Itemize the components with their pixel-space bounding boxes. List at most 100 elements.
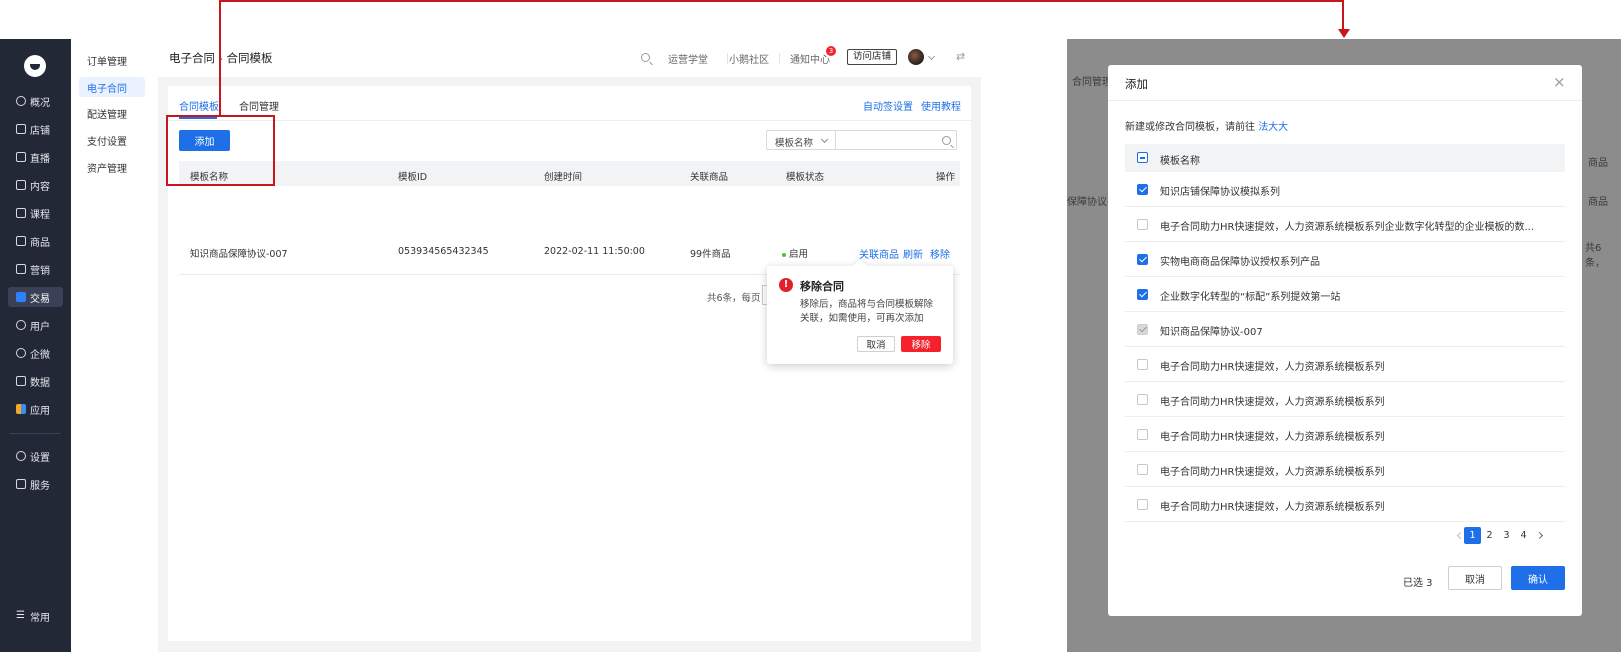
column-header: 模板名称 <box>1160 156 1200 167</box>
rail-item-content[interactable]: 内容 <box>8 175 63 195</box>
rail-item-trade[interactable]: 交易 <box>8 287 63 307</box>
auto-sign-settings-link[interactable]: 自动签设置 <box>863 98 913 113</box>
rail-item-settings[interactable]: 设置 <box>8 446 63 466</box>
subnav-item-assets[interactable]: 资产管理 <box>79 157 145 177</box>
fadada-link[interactable]: 法大大 <box>1258 122 1288 133</box>
chart-icon <box>16 376 26 386</box>
list-item: 电子合同助力HR快速提效，人力资源系统模板系列 <box>1160 397 1385 408</box>
search-icon[interactable] <box>641 53 650 62</box>
row-checkbox[interactable] <box>1137 184 1148 195</box>
row-checkbox[interactable] <box>1137 289 1148 300</box>
search-icon[interactable] <box>942 136 951 145</box>
prev-page-icon[interactable] <box>1456 531 1465 540</box>
selected-count: 已选 3 <box>1403 578 1433 589</box>
list-item: 企业数字化转型的“标配”系列提效第一站 <box>1160 292 1341 303</box>
subnav-label: 订单管理 <box>87 56 127 68</box>
close-icon[interactable]: × <box>1553 73 1566 91</box>
page-1[interactable]: 1 <box>1464 527 1481 544</box>
row-divider <box>1125 206 1565 207</box>
rail-item-label: 交易 <box>30 293 50 305</box>
rail-item-marketing[interactable]: 营销 <box>8 259 63 279</box>
page-4[interactable]: 4 <box>1515 527 1532 544</box>
rail-item-wecom[interactable]: 企微 <box>8 343 63 363</box>
link-community[interactable]: 小鹅社区 <box>729 51 769 66</box>
rail-item-store[interactable]: 店铺 <box>8 119 63 139</box>
hint-text: 新建或修改合同模板，请前往 <box>1125 122 1255 133</box>
row-checkbox[interactable] <box>1137 394 1148 405</box>
subnav-item-payment[interactable]: 支付设置 <box>79 130 145 150</box>
rail-item-common[interactable]: ☰ 常用 <box>8 606 63 626</box>
service-icon <box>16 479 26 489</box>
row-checkbox[interactable] <box>1137 359 1148 370</box>
live-icon <box>16 152 26 162</box>
dialog-cancel-button[interactable]: 取消 <box>1448 566 1502 590</box>
row-checkbox[interactable] <box>1137 429 1148 440</box>
rail-item-course[interactable]: 课程 <box>8 203 63 223</box>
list-item: 知识商品保障协议-007 <box>1160 327 1263 338</box>
avatar[interactable] <box>908 49 924 65</box>
gear-icon <box>16 451 26 461</box>
row-divider <box>1125 276 1565 277</box>
list-item: 知识店铺保障协议模拟系列 <box>1160 187 1280 198</box>
book-icon <box>16 208 26 218</box>
page-2[interactable]: 2 <box>1481 527 1498 544</box>
column-header: 模板状态 <box>786 172 825 183</box>
link-academy[interactable]: 运营学堂 <box>668 51 708 66</box>
rail-item-user[interactable]: 用户 <box>8 315 63 335</box>
link-notifications[interactable]: 通知中心 <box>790 51 830 66</box>
dialog-confirm-button[interactable]: 确认 <box>1511 566 1565 590</box>
annotation-arrow-icon <box>1338 29 1350 38</box>
tab-contract-template[interactable]: 合同模板 <box>179 98 219 113</box>
subnav-label: 电子合同 <box>87 83 127 95</box>
subnav-item-orders[interactable]: 订单管理 <box>79 50 145 70</box>
subnav-label: 支付设置 <box>87 136 127 148</box>
rail-item-overview[interactable]: 概况 <box>8 91 63 111</box>
tab-divider <box>168 120 971 121</box>
topbar-separator <box>727 53 728 64</box>
trade-icon <box>16 292 26 302</box>
remove-confirm-popover: ! 移除合同 移除后，商品将与合同模板解除关联，如需使用，可再次添加 取消 移除 <box>767 258 953 364</box>
row-checkbox[interactable] <box>1137 219 1148 230</box>
row-checkbox[interactable] <box>1137 464 1148 475</box>
rail-item-label: 应用 <box>30 405 50 417</box>
list-item: 电子合同助力HR快速提效，人力资源系统模板系列 <box>1160 432 1385 443</box>
search-input[interactable] <box>835 130 957 150</box>
add-template-dialog: 添加 × 新建或修改合同模板，请前往 法大大 模板名称 知识店铺保障协议模拟系列… <box>1108 65 1582 616</box>
row-checkbox[interactable] <box>1137 254 1148 265</box>
chevron-down-icon[interactable] <box>927 52 936 61</box>
background-row-name: 保障协议- <box>1067 197 1111 208</box>
brand-logo-icon[interactable] <box>24 55 46 77</box>
tab-contract-management[interactable]: 合同管理 <box>239 98 279 113</box>
rail-item-goods[interactable]: 商品 <box>8 231 63 251</box>
rail-item-live[interactable]: 直播 <box>8 147 63 167</box>
popover-cancel-button[interactable]: 取消 <box>857 336 895 352</box>
subnav-item-delivery[interactable]: 配送管理 <box>79 103 145 123</box>
visit-store-button[interactable]: 访问店铺 <box>847 49 898 65</box>
remove-button[interactable]: 移除 <box>930 246 950 261</box>
apps-icon <box>16 404 26 414</box>
row-divider <box>1125 381 1565 382</box>
dialog-title: 添加 <box>1125 77 1148 91</box>
popover-remove-button[interactable]: 移除 <box>901 336 941 352</box>
select-all-checkbox[interactable] <box>1137 152 1148 163</box>
tutorial-link[interactable]: 使用教程 <box>921 98 961 113</box>
row-checkbox[interactable] <box>1137 499 1148 510</box>
popover-arrow <box>852 258 868 274</box>
page-3[interactable]: 3 <box>1498 527 1515 544</box>
rail-item-service[interactable]: 服务 <box>8 474 63 494</box>
filter-select[interactable]: 模板名称 <box>766 130 836 150</box>
subnav-item-contract[interactable]: 电子合同 <box>79 77 145 97</box>
pagination-total: 共6条，每页 <box>707 293 761 304</box>
link-goods-button[interactable]: 关联商品 <box>859 246 899 261</box>
rail-item-apps[interactable]: 应用 <box>8 399 63 419</box>
column-header: 模板ID <box>398 172 428 183</box>
rail-divider <box>10 433 61 434</box>
subnav-label: 资产管理 <box>87 163 127 175</box>
rail-item-label: 商品 <box>30 237 50 249</box>
rail-item-label: 服务 <box>30 480 50 492</box>
notification-badge: 3 <box>826 46 836 56</box>
refresh-button[interactable]: 刷新 <box>903 246 923 261</box>
swap-icon[interactable]: ⇄ <box>956 50 965 63</box>
next-page-icon[interactable] <box>1535 531 1544 540</box>
rail-item-data[interactable]: 数据 <box>8 371 63 391</box>
